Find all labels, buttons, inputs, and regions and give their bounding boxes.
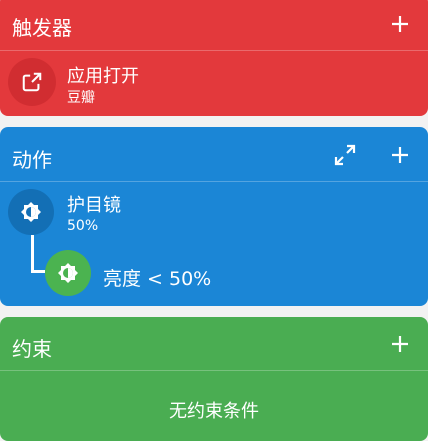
trigger-card: 触发器 应用打开 豆瓣 [0,0,428,116]
brightness-icon[interactable] [8,189,54,235]
action-title: 动作 [12,148,52,172]
add-trigger-button[interactable] [388,12,412,36]
constraint-card: 约束 无约束条件 [0,317,428,441]
divider [0,370,428,371]
expand-button[interactable] [332,142,358,168]
add-constraint-button[interactable] [388,332,412,356]
action-name[interactable]: 护目镜 [67,191,121,217]
plus-icon [392,16,408,32]
divider [0,50,428,51]
open-in-new-icon[interactable] [8,58,56,106]
plus-icon [392,147,408,163]
connector-line [31,270,45,273]
constraint-title: 约束 [12,337,52,361]
divider [0,181,428,182]
trigger-header: 触发器 [0,0,428,44]
trigger-subtitle: 豆瓣 [67,90,95,106]
brightness-constraint-label[interactable]: 亮度 < 50% [103,264,211,291]
trigger-name[interactable]: 应用打开 [67,62,139,88]
plus-icon [392,336,408,352]
action-header: 动作 [0,127,428,177]
add-action-button[interactable] [388,143,412,167]
connector-line [31,235,34,273]
empty-constraints-text: 无约束条件 [169,401,259,422]
brightness-constraint-icon[interactable] [45,250,91,296]
constraint-header: 约束 [0,317,428,367]
trigger-title: 触发器 [12,16,72,40]
action-subtitle: 50% [67,218,99,234]
action-card: 动作 护目镜 50% 亮度 < 50% [0,127,428,306]
expand-icon [334,144,356,166]
